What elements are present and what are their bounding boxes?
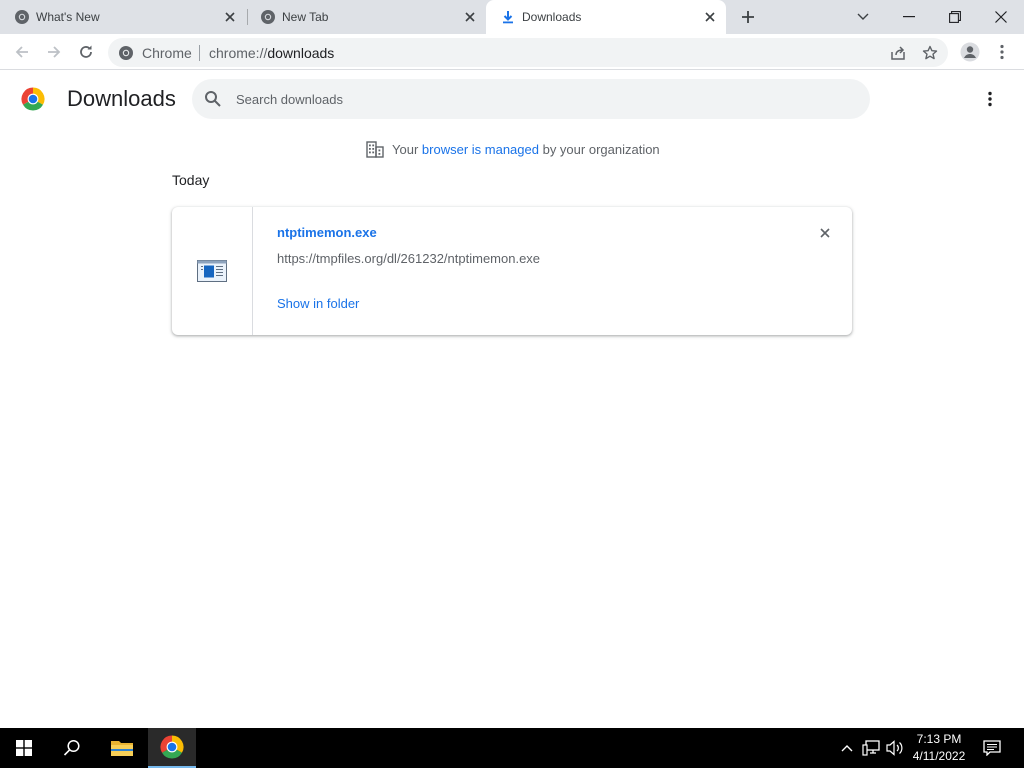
folder-icon bbox=[111, 741, 133, 756]
star-icon bbox=[922, 45, 938, 60]
close-tab-icon[interactable] bbox=[460, 7, 480, 27]
file-name-link[interactable]: ntptimemon.exe bbox=[277, 225, 377, 240]
more-vert-icon bbox=[1000, 44, 1004, 60]
chrome-icon bbox=[15, 10, 29, 24]
exe-file-icon bbox=[197, 260, 227, 282]
search-icon bbox=[205, 91, 221, 107]
managed-link[interactable]: browser is managed bbox=[422, 142, 539, 157]
profile-button[interactable] bbox=[956, 38, 984, 66]
tab-search-button[interactable] bbox=[848, 0, 878, 34]
share-button[interactable] bbox=[886, 41, 910, 65]
date-header: Today bbox=[172, 172, 210, 188]
managed-suffix: by your organization bbox=[542, 141, 660, 157]
start-button[interactable] bbox=[0, 728, 48, 768]
search-taskbar-button[interactable] bbox=[48, 728, 96, 768]
back-arrow-icon bbox=[15, 46, 28, 58]
reload-button[interactable] bbox=[72, 38, 100, 66]
clock-date: 4/11/2022 bbox=[912, 749, 966, 763]
managed-notice: Your browser is managed by your organiza… bbox=[366, 140, 660, 158]
tab-downloads[interactable]: Downloads bbox=[486, 0, 726, 34]
new-tab-button[interactable] bbox=[734, 0, 762, 34]
show-hidden-icons-button[interactable] bbox=[837, 738, 857, 758]
file-source-url[interactable]: https://tmpfiles.org/dl/261232/ntptimemo… bbox=[277, 251, 540, 266]
more-vert-icon bbox=[988, 91, 992, 107]
minimize-icon bbox=[903, 16, 915, 18]
minimize-button[interactable] bbox=[886, 0, 932, 34]
avatar-icon bbox=[960, 42, 980, 62]
file-icon-column bbox=[172, 207, 253, 335]
downloads-page: Downloads Your browser is managed by you… bbox=[0, 71, 1024, 728]
chevron-down-icon bbox=[857, 13, 869, 20]
restore-icon bbox=[949, 11, 961, 23]
share-icon bbox=[891, 46, 905, 60]
address-bar[interactable]: Chrome chrome://downloads bbox=[108, 38, 948, 67]
search-downloads-box[interactable] bbox=[192, 79, 870, 119]
site-chip: Chrome bbox=[142, 45, 192, 61]
close-icon bbox=[995, 11, 1007, 23]
reload-icon bbox=[80, 45, 92, 58]
restore-button[interactable] bbox=[932, 0, 978, 34]
url-text[interactable]: chrome://downloads bbox=[209, 45, 334, 61]
windows-taskbar: 7:13 PM 4/11/2022 bbox=[0, 728, 1024, 768]
remove-download-button[interactable] bbox=[815, 223, 835, 243]
close-icon bbox=[820, 228, 830, 238]
search-input[interactable] bbox=[236, 88, 836, 110]
clock-time: 7:13 PM bbox=[916, 732, 962, 746]
url-scheme: chrome:// bbox=[209, 45, 268, 61]
windows-logo-icon bbox=[16, 740, 32, 756]
close-tab-icon[interactable] bbox=[220, 7, 240, 27]
downloads-menu-button[interactable] bbox=[978, 87, 1002, 111]
tab-label: What's New bbox=[36, 10, 100, 24]
network-button[interactable] bbox=[861, 738, 881, 758]
close-tab-icon[interactable] bbox=[700, 7, 720, 27]
tab-strip: What's New New Tab Downloads bbox=[0, 0, 1024, 34]
chrome-logo-icon bbox=[160, 735, 184, 759]
building-icon bbox=[366, 141, 384, 158]
back-button[interactable] bbox=[8, 38, 36, 66]
notification-icon bbox=[983, 740, 1001, 756]
forward-arrow-icon bbox=[48, 46, 61, 58]
chrome-logo-icon bbox=[21, 87, 45, 111]
tab-new-tab[interactable]: New Tab bbox=[246, 0, 486, 34]
chrome-taskbar-button[interactable] bbox=[148, 728, 196, 768]
chevron-up-icon bbox=[841, 745, 853, 752]
tab-whats-new[interactable]: What's New bbox=[0, 0, 246, 34]
toolbar: Chrome chrome://downloads bbox=[0, 34, 1024, 70]
tab-label: New Tab bbox=[282, 10, 329, 24]
tab-label: Downloads bbox=[522, 10, 582, 24]
plus-icon bbox=[742, 11, 754, 23]
chrome-icon bbox=[119, 46, 133, 60]
url-host: downloads bbox=[267, 45, 335, 61]
chrome-icon bbox=[261, 10, 275, 24]
clock[interactable]: 7:13 PM 4/11/2022 bbox=[902, 731, 976, 765]
show-in-folder-button[interactable]: Show in folder bbox=[277, 296, 359, 311]
download-item-card: ntptimemon.exe https://tmpfiles.org/dl/2… bbox=[172, 207, 852, 335]
close-window-button[interactable] bbox=[978, 0, 1024, 34]
omnibox-divider bbox=[199, 45, 200, 61]
action-center-button[interactable] bbox=[982, 738, 1002, 758]
page-title: Downloads bbox=[67, 86, 176, 111]
chrome-menu-button[interactable] bbox=[988, 38, 1016, 66]
network-icon bbox=[862, 740, 880, 756]
file-explorer-button[interactable] bbox=[98, 728, 146, 768]
managed-prefix: Your bbox=[392, 141, 419, 157]
bookmark-button[interactable] bbox=[918, 41, 942, 65]
search-icon bbox=[63, 739, 80, 756]
forward-button[interactable] bbox=[40, 38, 68, 66]
download-icon bbox=[503, 11, 513, 24]
